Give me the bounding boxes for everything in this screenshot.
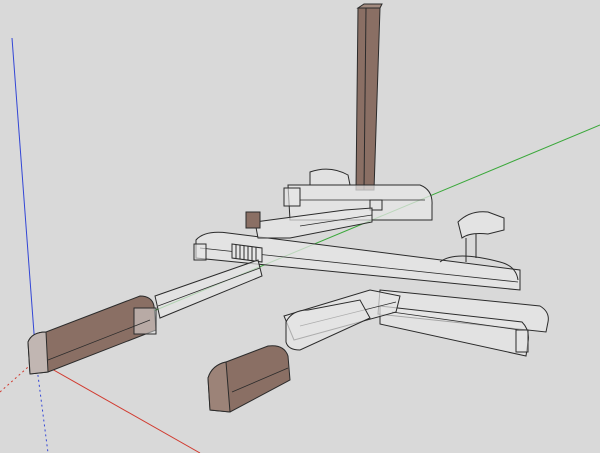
blue-axis-solid xyxy=(11,37,37,361)
blue-axis-dotted xyxy=(35,359,49,453)
model-viewport[interactable] xyxy=(0,0,600,453)
front-glass-tunnel[interactable] xyxy=(285,299,371,351)
vertical-shaft[interactable] xyxy=(355,3,383,191)
left-solid-tunnel[interactable] xyxy=(27,295,157,375)
left-thin-tunnel[interactable] xyxy=(154,259,263,319)
front-solid-tunnel[interactable] xyxy=(207,345,291,413)
scene-canvas[interactable] xyxy=(0,0,600,453)
right-back-elbow[interactable] xyxy=(457,211,505,262)
red-axis-solid xyxy=(35,359,201,453)
back-solid-block[interactable] xyxy=(245,211,261,229)
